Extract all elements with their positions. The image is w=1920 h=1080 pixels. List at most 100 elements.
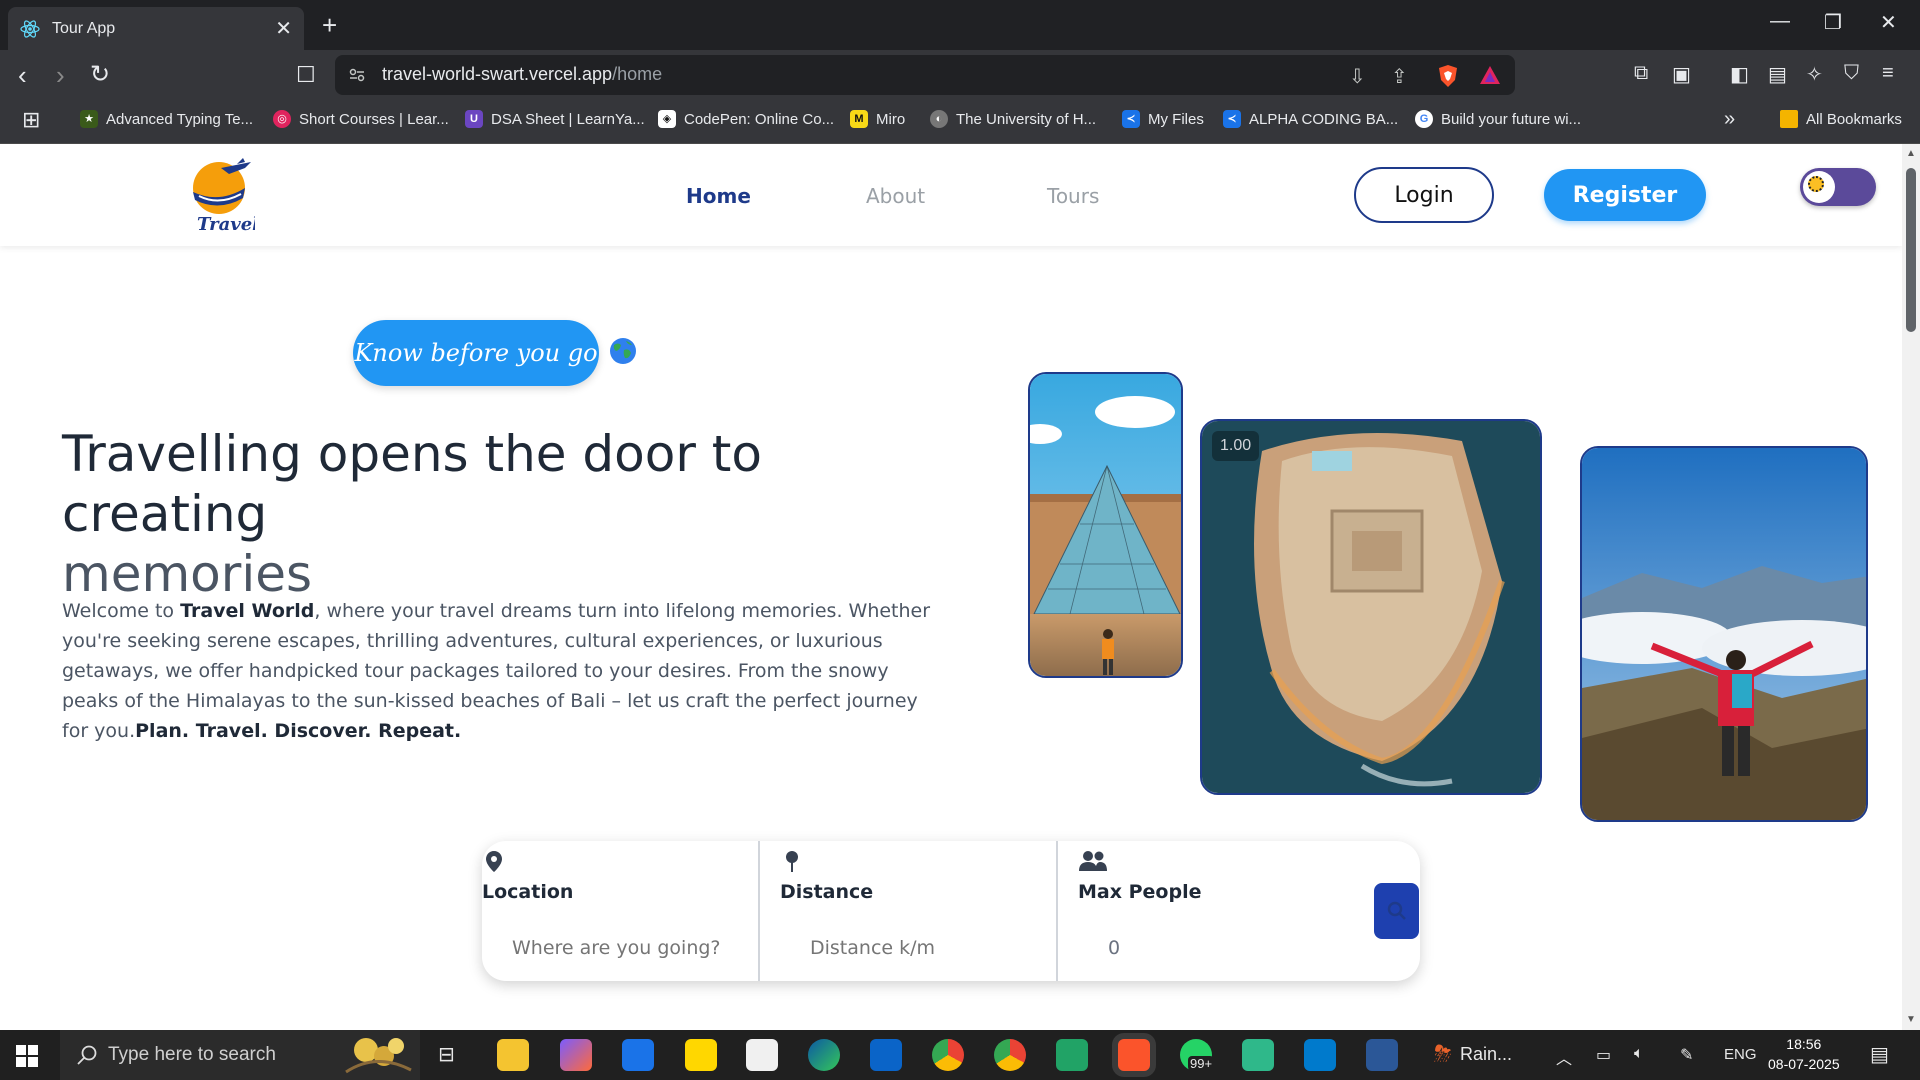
bookmark-label: My Files	[1148, 110, 1204, 128]
windows-taskbar: Type here to search ⊟ 99+ ⛈ Rain... ︿ ▭ …	[0, 1030, 1920, 1080]
task-view-icon[interactable]: ⊟	[438, 1042, 455, 1067]
sidebar-icon[interactable]: ◧	[1730, 62, 1749, 87]
tab-title: Tour App	[52, 19, 116, 37]
bookmark-item[interactable]: ◎ Short Courses | Lear...	[273, 110, 449, 128]
nav-home[interactable]: Home	[686, 184, 751, 208]
bookmark-item[interactable]: ≺ My Files	[1122, 110, 1204, 128]
bookmark-item[interactable]: ≺ ALPHA CODING BA...	[1223, 110, 1398, 128]
language-indicator[interactable]: ENG	[1724, 1046, 1757, 1063]
site-info-icon[interactable]	[347, 65, 367, 85]
tagline-pill: Know before you go	[353, 320, 599, 386]
vpn-icon[interactable]: ⛉	[1844, 62, 1859, 85]
app-grid-icon[interactable]	[1242, 1039, 1274, 1071]
travel-logo[interactable]: Travel	[185, 158, 255, 234]
video-counter: 1.00	[1212, 431, 1260, 461]
store-icon[interactable]	[746, 1039, 778, 1071]
bookmark-favicon: M	[850, 110, 868, 128]
classroom-icon[interactable]	[1056, 1039, 1088, 1071]
page-scrollbar[interactable]: ▲ ▼	[1902, 144, 1920, 1030]
bookmark-item[interactable]: ★ Advanced Typing Te...	[80, 110, 253, 128]
weather-rain-icon[interactable]: ⛈	[1434, 1041, 1452, 1067]
minimize-icon[interactable]: —	[1770, 10, 1790, 33]
remote-app-icon[interactable]	[1366, 1039, 1398, 1071]
copilot-icon[interactable]	[560, 1039, 592, 1071]
bookmark-item[interactable]: M Miro	[850, 110, 905, 128]
more-bookmarks-icon[interactable]: »	[1724, 108, 1735, 131]
theme-toggle[interactable]	[1800, 168, 1876, 206]
search-icon	[77, 1045, 97, 1065]
taskbar-search[interactable]: Type here to search	[60, 1030, 420, 1080]
address-bar[interactable]: travel-world-swart.vercel.app/home ⇩ ⇪	[335, 55, 1515, 95]
show-hidden-icons[interactable]: ︿	[1556, 1045, 1572, 1069]
max-people-input[interactable]	[1108, 937, 1188, 959]
extensions-icon[interactable]: ⧉	[1634, 62, 1648, 85]
bookmark-label: Build your future wi...	[1441, 110, 1582, 128]
hiker-photo	[1582, 448, 1866, 820]
brave-icon[interactable]	[1118, 1039, 1150, 1071]
todo-icon[interactable]	[622, 1039, 654, 1071]
menu-icon[interactable]: ≡	[1882, 62, 1894, 85]
scrollbar-thumb[interactable]	[1906, 168, 1916, 332]
share-icon[interactable]: ⇪	[1391, 64, 1408, 89]
volume-icon[interactable]: 🔈︎	[1634, 1045, 1644, 1063]
bookmark-item[interactable]: G Build your future wi...	[1415, 110, 1581, 128]
site-header: Travel Home About Tours Login Register	[0, 144, 1902, 246]
battery-icon[interactable]: ▭	[1596, 1045, 1611, 1065]
register-button[interactable]: Register	[1544, 169, 1706, 221]
bookmark-favicon: ◎	[273, 110, 291, 128]
bookmark-item[interactable]: U DSA Sheet | LearnYa...	[465, 110, 645, 128]
file-explorer-icon[interactable]	[497, 1039, 529, 1071]
edge-icon[interactable]	[808, 1039, 840, 1071]
hero-video-fort[interactable]: 1.00	[1200, 419, 1542, 795]
reading-list-icon[interactable]: ▣	[1672, 62, 1691, 87]
pen-icon[interactable]: ✎	[1680, 1045, 1693, 1065]
outlook-icon[interactable]	[870, 1039, 902, 1071]
close-tab-icon[interactable]: ✕	[275, 16, 292, 41]
scroll-up-icon[interactable]: ▲	[1906, 148, 1916, 159]
close-window-icon[interactable]: ✕	[1880, 10, 1897, 35]
nav-tours[interactable]: Tours	[1047, 184, 1099, 208]
bookmark-item[interactable]: ◈ CodePen: Online Co...	[658, 110, 834, 128]
location-field: Location	[482, 841, 758, 981]
distance-input[interactable]	[810, 937, 1040, 959]
all-bookmarks-folder[interactable]: All Bookmarks	[1780, 110, 1902, 128]
windows-start-icon[interactable]	[16, 1045, 38, 1067]
back-icon[interactable]: ‹	[18, 62, 27, 88]
notifications-icon[interactable]: ▤	[1870, 1042, 1889, 1067]
search-button[interactable]	[1374, 883, 1419, 939]
bookmark-label: The University of H...	[956, 110, 1097, 128]
bookmark-favicon: ≺	[1223, 110, 1241, 128]
bookmark-icon[interactable]: ☐	[296, 62, 316, 88]
tab-tour-app[interactable]: Tour App ✕	[8, 7, 304, 50]
clock[interactable]: 18:56 08-07-2025	[1768, 1034, 1840, 1074]
login-button[interactable]: Login	[1354, 167, 1494, 223]
nav-about[interactable]: About	[866, 184, 925, 208]
brave-shield-icon[interactable]	[1437, 64, 1459, 88]
restore-icon[interactable]: ❐	[1824, 10, 1842, 35]
new-tab-icon[interactable]: +	[322, 10, 337, 41]
apps-grid-icon[interactable]: ⊞	[22, 107, 40, 133]
hero-text-brand: Travel World	[180, 600, 315, 622]
bookmark-item[interactable]: ◐ The University of H...	[930, 110, 1096, 128]
vscode-icon[interactable]	[1304, 1039, 1336, 1071]
bookmark-label: DSA Sheet | LearnYa...	[491, 110, 645, 128]
taskbar-search-text: Type here to search	[108, 1044, 276, 1065]
leo-ai-icon[interactable]: ✧	[1806, 62, 1823, 87]
weather-text[interactable]: Rain...	[1460, 1044, 1512, 1065]
sticky-notes-icon[interactable]	[685, 1039, 717, 1071]
scroll-down-icon[interactable]: ▼	[1906, 1014, 1916, 1025]
url-text: travel-world-swart.vercel.app/home	[382, 64, 663, 84]
install-app-icon[interactable]: ⇩	[1349, 64, 1366, 89]
reload-icon[interactable]: ↻	[90, 62, 110, 88]
chrome-profile-icon[interactable]	[994, 1039, 1026, 1071]
hero-image-louvre	[1028, 372, 1183, 678]
max-people-field: Max People	[1078, 841, 1358, 981]
brave-rewards-icon[interactable]	[1479, 64, 1501, 86]
chrome-icon[interactable]	[932, 1039, 964, 1071]
wallet-icon[interactable]: ▤	[1768, 62, 1787, 87]
bookmark-label: Advanced Typing Te...	[106, 110, 254, 128]
field-divider	[758, 841, 760, 981]
location-input[interactable]	[512, 937, 742, 959]
hero-text-start: Welcome to	[62, 600, 181, 622]
forward-icon[interactable]: ›	[56, 62, 65, 88]
